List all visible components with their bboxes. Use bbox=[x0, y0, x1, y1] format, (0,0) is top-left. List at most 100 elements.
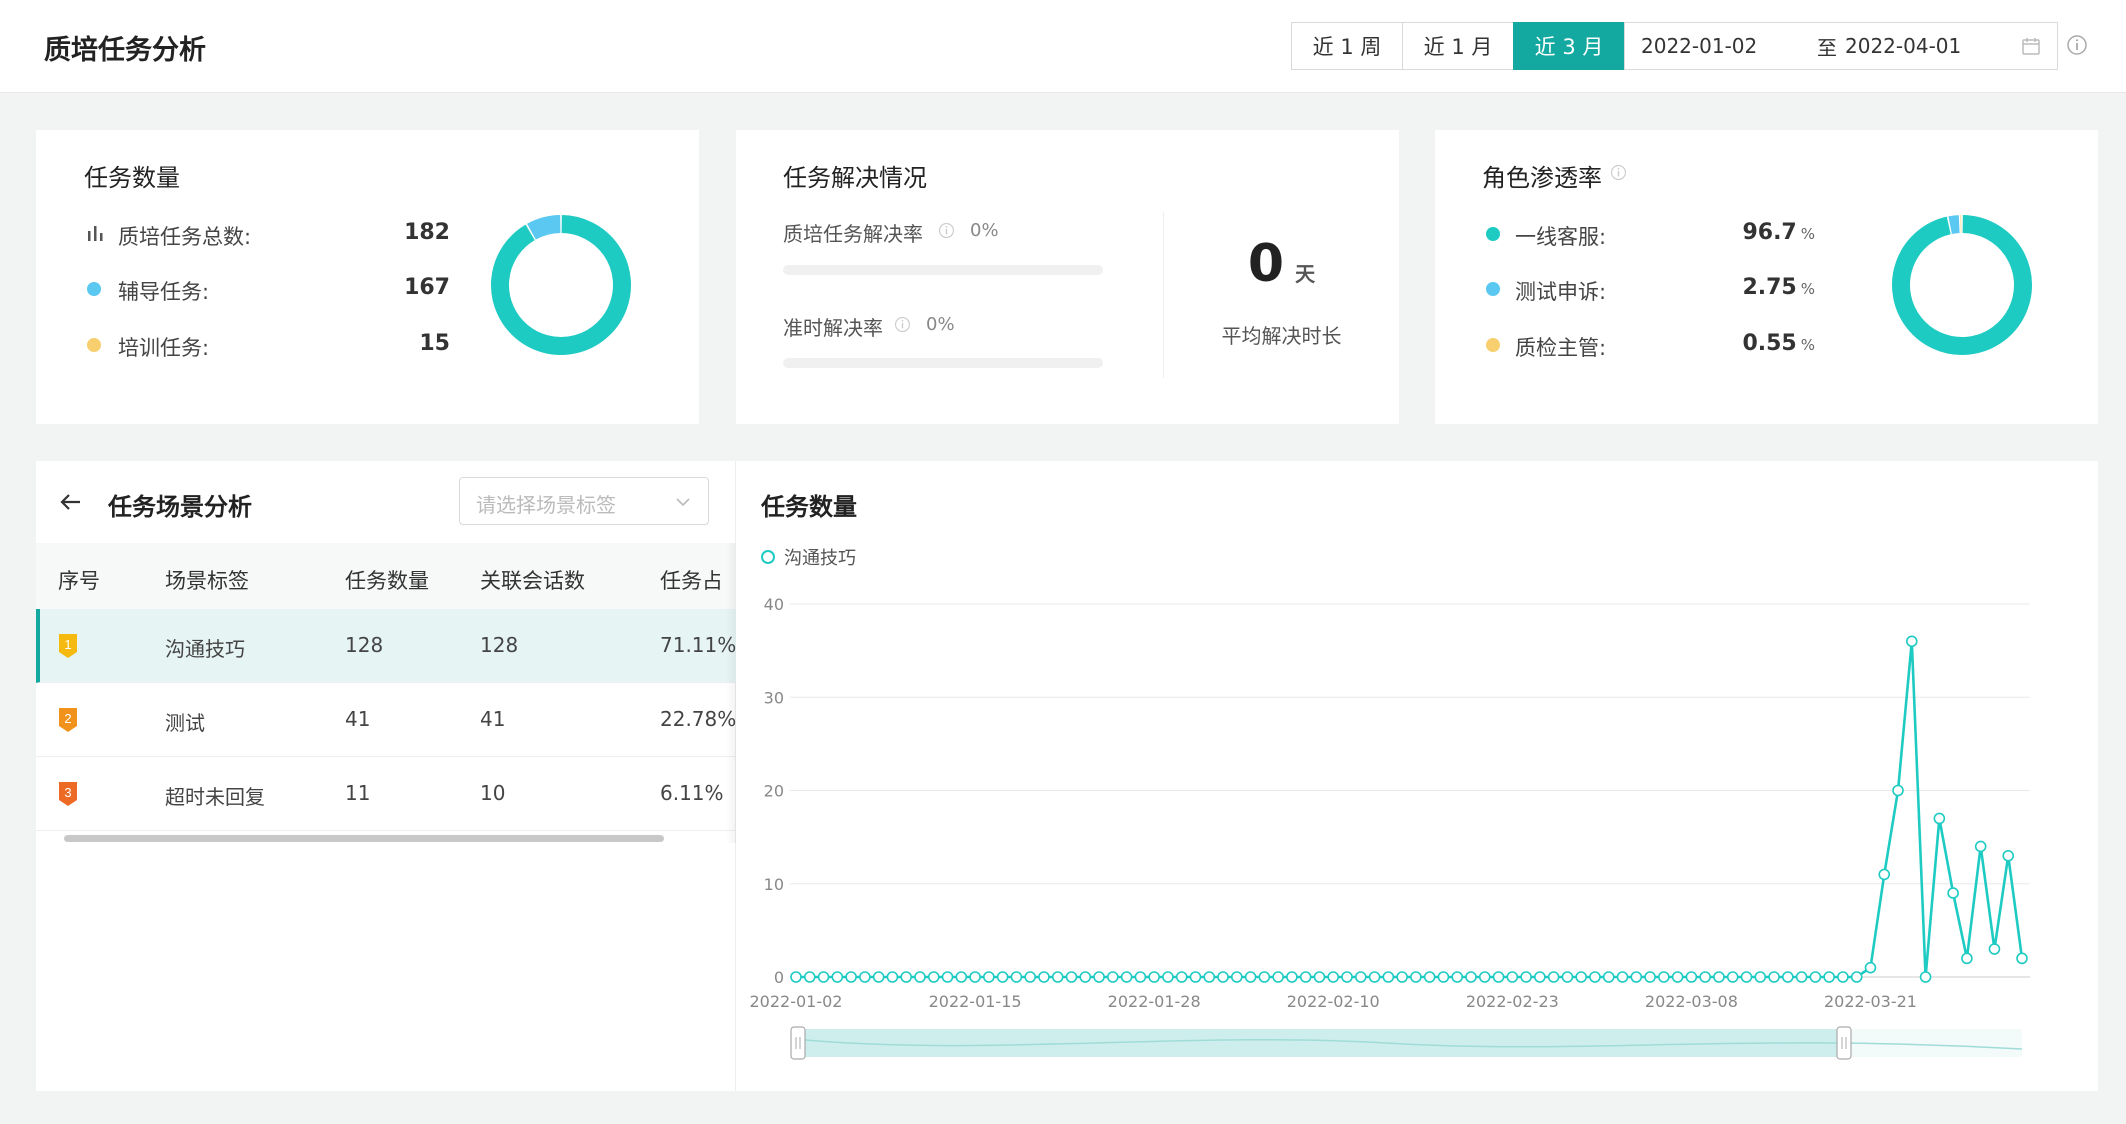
data-point[interactable] bbox=[1065, 971, 1078, 983]
data-point[interactable] bbox=[1947, 887, 1959, 899]
table-row[interactable]: 1 沟通技巧 128 128 71.11% bbox=[36, 609, 736, 683]
table-row[interactable]: 3 超时未回复 11 10 6.11% bbox=[36, 757, 736, 831]
data-point[interactable] bbox=[1244, 971, 1257, 983]
data-point[interactable] bbox=[1051, 971, 1064, 983]
data-point[interactable] bbox=[1134, 971, 1147, 983]
data-point[interactable] bbox=[831, 971, 844, 983]
data-point[interactable] bbox=[1837, 971, 1849, 983]
info-icon[interactable] bbox=[938, 222, 955, 243]
data-point[interactable] bbox=[1024, 971, 1036, 983]
range-1-week-button[interactable]: 近 1 周 bbox=[1291, 22, 1403, 70]
data-point[interactable] bbox=[969, 971, 981, 983]
data-point[interactable] bbox=[1341, 971, 1353, 983]
zoom-handle[interactable] bbox=[790, 1026, 806, 1060]
data-point[interactable] bbox=[872, 971, 885, 983]
data-point[interactable] bbox=[1451, 971, 1464, 983]
legend-marker[interactable] bbox=[761, 550, 775, 564]
data-point[interactable] bbox=[2016, 952, 2028, 965]
data-point[interactable] bbox=[1864, 961, 1877, 974]
data-point[interactable] bbox=[1437, 971, 1450, 983]
data-point[interactable] bbox=[1547, 971, 1560, 983]
data-point[interactable] bbox=[2002, 849, 2015, 862]
data-point[interactable] bbox=[1740, 971, 1753, 983]
data-point[interactable] bbox=[1823, 971, 1835, 983]
data-point[interactable] bbox=[1079, 971, 1092, 983]
data-point[interactable] bbox=[1520, 971, 1532, 983]
data-point[interactable] bbox=[1988, 943, 2001, 955]
data-point[interactable] bbox=[1492, 971, 1505, 983]
range-3-month-button[interactable]: 近 3 月 bbox=[1513, 22, 1625, 70]
data-point[interactable] bbox=[1878, 868, 1891, 881]
end-date[interactable]: 2022-04-01 bbox=[1845, 34, 1961, 58]
data-point[interactable] bbox=[790, 971, 802, 983]
data-point[interactable] bbox=[1299, 971, 1312, 983]
data-point[interactable] bbox=[941, 971, 954, 983]
data-point[interactable] bbox=[1107, 971, 1119, 983]
calendar-icon[interactable] bbox=[2021, 36, 2041, 61]
data-point[interactable] bbox=[1602, 971, 1615, 983]
data-point[interactable] bbox=[1919, 971, 1932, 983]
data-point[interactable] bbox=[1506, 971, 1519, 983]
data-point[interactable] bbox=[1272, 971, 1284, 983]
horizontal-scrollbar[interactable] bbox=[64, 835, 664, 842]
data-point[interactable] bbox=[1175, 971, 1188, 983]
data-point[interactable] bbox=[955, 971, 968, 983]
data-point[interactable] bbox=[927, 971, 940, 983]
data-point[interactable] bbox=[1327, 971, 1340, 983]
zoom-slider-window[interactable] bbox=[798, 1029, 1844, 1057]
data-point[interactable] bbox=[1010, 971, 1023, 983]
data-point[interactable] bbox=[1933, 812, 1946, 825]
data-point[interactable] bbox=[1382, 971, 1395, 983]
data-point[interactable] bbox=[1713, 971, 1725, 983]
data-point[interactable] bbox=[1368, 971, 1381, 983]
range-1-month-button[interactable]: 近 1 月 bbox=[1402, 22, 1514, 70]
data-point[interactable] bbox=[1120, 971, 1133, 983]
data-point[interactable] bbox=[1410, 971, 1422, 983]
data-point[interactable] bbox=[1589, 971, 1601, 983]
table-row[interactable]: 2 测试 41 41 22.78% bbox=[36, 683, 736, 757]
data-point[interactable] bbox=[1961, 952, 1973, 965]
data-point[interactable] bbox=[1974, 840, 1987, 853]
data-point[interactable] bbox=[1561, 971, 1574, 983]
data-point[interactable] bbox=[1616, 971, 1629, 983]
data-point[interactable] bbox=[900, 971, 913, 983]
data-point[interactable] bbox=[1162, 971, 1174, 983]
date-range-picker[interactable]: 2022-01-02 至 2022-04-01 bbox=[1624, 22, 2058, 70]
data-point[interactable] bbox=[1231, 971, 1243, 983]
data-point[interactable] bbox=[1644, 971, 1656, 983]
start-date[interactable]: 2022-01-02 bbox=[1641, 34, 1757, 58]
data-point[interactable] bbox=[1313, 971, 1326, 983]
data-point[interactable] bbox=[1203, 971, 1216, 983]
data-point[interactable] bbox=[1286, 971, 1298, 983]
data-point[interactable] bbox=[1478, 971, 1491, 983]
data-point[interactable] bbox=[817, 971, 830, 983]
data-point[interactable] bbox=[914, 971, 926, 983]
data-point[interactable] bbox=[1354, 971, 1367, 983]
data-point[interactable] bbox=[1795, 971, 1808, 983]
data-point[interactable] bbox=[1465, 971, 1477, 983]
data-point[interactable] bbox=[983, 971, 995, 983]
data-point[interactable] bbox=[1423, 971, 1436, 983]
data-point[interactable] bbox=[1575, 971, 1587, 983]
data-point[interactable] bbox=[996, 971, 1009, 983]
scene-tag-select[interactable]: 请选择场景标签 bbox=[459, 477, 709, 525]
data-point[interactable] bbox=[1217, 971, 1229, 983]
data-point[interactable] bbox=[1093, 971, 1105, 983]
data-point[interactable] bbox=[1148, 971, 1160, 983]
data-point[interactable] bbox=[1699, 971, 1711, 983]
data-point[interactable] bbox=[1189, 971, 1202, 983]
info-icon[interactable] bbox=[894, 316, 911, 337]
data-point[interactable] bbox=[1754, 971, 1767, 983]
data-point[interactable] bbox=[1850, 971, 1863, 983]
data-point[interactable] bbox=[1396, 971, 1408, 983]
data-point[interactable] bbox=[1630, 971, 1643, 983]
data-point[interactable] bbox=[1258, 971, 1271, 983]
data-point[interactable] bbox=[845, 971, 857, 983]
data-point[interactable] bbox=[1892, 784, 1904, 797]
back-arrow-icon[interactable] bbox=[58, 489, 84, 519]
data-point[interactable] bbox=[803, 971, 816, 983]
data-point[interactable] bbox=[1726, 971, 1739, 983]
legend-label[interactable]: 沟通技巧 bbox=[784, 548, 856, 569]
data-point[interactable] bbox=[886, 971, 899, 983]
data-point[interactable] bbox=[1685, 971, 1698, 983]
